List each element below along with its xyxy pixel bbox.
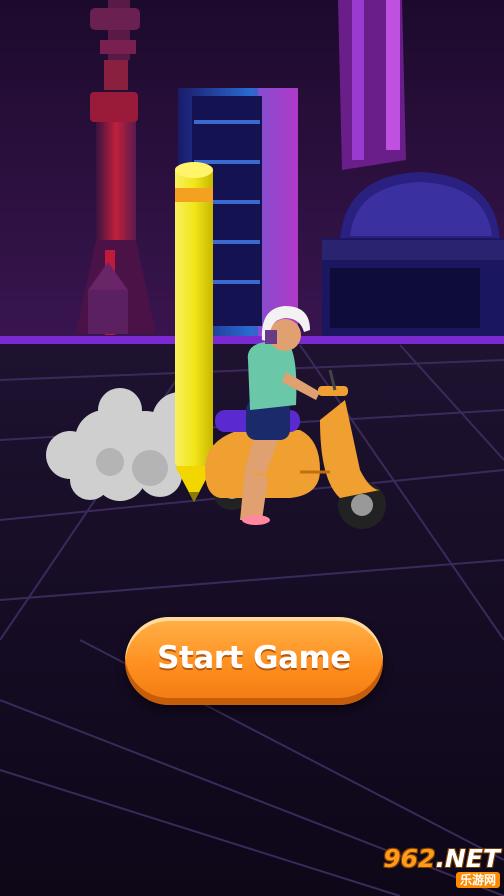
watermark-logo: 962.NET [383, 846, 500, 872]
game-scene [0, 0, 504, 896]
watermark-site-name: 乐游网 [455, 872, 500, 888]
horizon-neon-line [0, 336, 504, 344]
skyscraper-right [338, 0, 406, 170]
watermark: 962.NET 乐游网 [364, 844, 500, 890]
watermark-suffix: .NET [435, 844, 500, 873]
pencil [175, 162, 213, 502]
start-game-button[interactable]: Start Game [125, 617, 383, 705]
watermark-number: 962 [383, 844, 436, 873]
